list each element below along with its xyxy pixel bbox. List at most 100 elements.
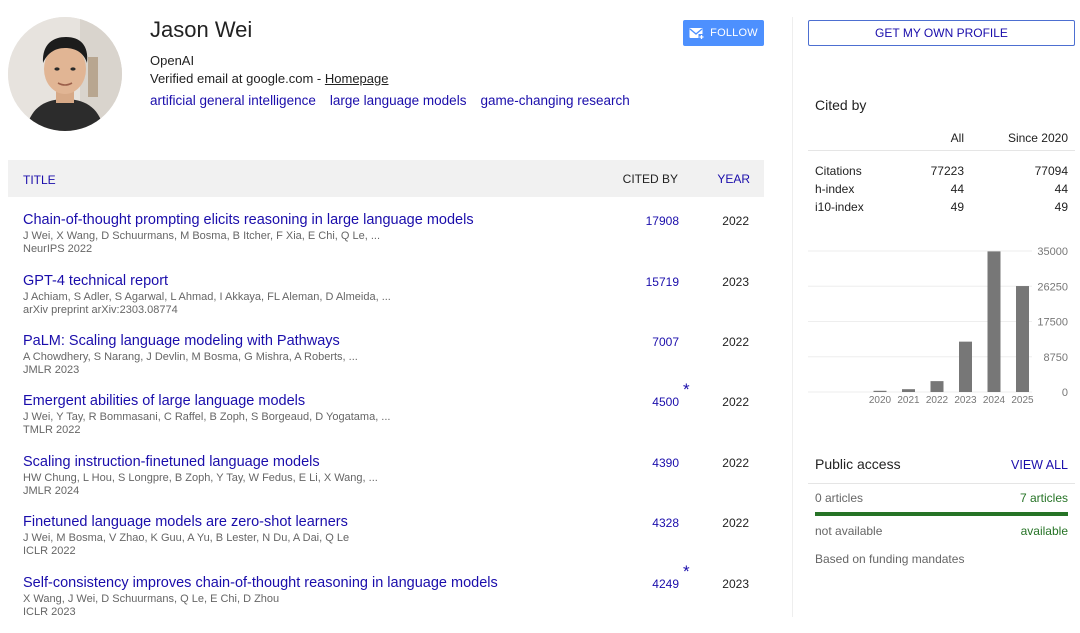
sort-by-title[interactable]: TITLE (23, 173, 56, 187)
paper-authors: X Wang, J Wei, D Schuurmans, Q Le, E Chi… (23, 593, 280, 605)
cited-by-count[interactable]: 4249 (652, 577, 679, 591)
paper-venue: ICLR 2023 (23, 606, 76, 618)
cited-by-header[interactable]: CITED BY (623, 172, 678, 186)
stats-col-since: Since 2020 (1007, 131, 1068, 145)
y-tick-label: 35000 (1037, 246, 1068, 258)
public-access-divider (808, 483, 1075, 484)
chart-bar-2022[interactable] (930, 381, 944, 392)
x-tick-label: 2020 (869, 395, 892, 406)
not-available-count: 0 articles (815, 491, 864, 505)
table-row: Scaling instruction-finetuned language m… (23, 454, 764, 512)
stats-since-value: 77094 (1034, 164, 1068, 178)
x-tick-label: 2021 (897, 395, 920, 406)
paper-year: 2023 (722, 275, 749, 289)
sort-by-year[interactable]: YEAR (717, 172, 750, 186)
cited-by-count[interactable]: 15719 (646, 275, 679, 289)
cited-by-count[interactable]: 4390 (652, 456, 679, 470)
available-count: 7 articles (1019, 491, 1068, 505)
cited-by-count[interactable]: 4328 (652, 516, 679, 530)
paper-title-link[interactable]: Scaling instruction-finetuned language m… (23, 454, 320, 470)
stats-col-all: All (950, 131, 964, 145)
not-available-label: not available (815, 524, 883, 538)
paper-venue: NeurIPS 2022 (23, 243, 93, 255)
paper-year: 2022 (722, 214, 749, 228)
stats-header-row: All Since 2020 (808, 124, 1075, 151)
chart-bar-2021[interactable] (902, 389, 915, 392)
paper-title-link[interactable]: Emergent abilities of large language mod… (23, 393, 305, 409)
stats-all-value: 49 (950, 200, 964, 214)
x-tick-label: 2025 (1011, 395, 1034, 406)
email-text: Verified email at google.com - (150, 71, 325, 86)
follow-button[interactable]: FOLLOW (683, 20, 764, 46)
cited-by-count[interactable]: 7007 (652, 335, 679, 349)
paper-title-link[interactable]: GPT-4 technical report (23, 273, 168, 289)
paper-year: 2022 (722, 456, 749, 470)
stats-label: Citations (815, 164, 862, 178)
paper-venue: JMLR 2024 (23, 485, 80, 497)
research-interests: artificial general intelligence large la… (150, 93, 630, 108)
stats-all-value: 77223 (930, 164, 964, 178)
table-row: GPT-4 technical report J Achiam, S Adler… (23, 273, 764, 331)
paper-authors: J Wei, M Bosma, V Zhao, K Guu, A Yu, B L… (23, 532, 350, 544)
interest-link[interactable]: game-changing research (480, 93, 629, 108)
y-tick-label: 17500 (1037, 317, 1068, 329)
paper-venue: TMLR 2022 (23, 424, 81, 436)
paper-venue: arXiv preprint arXiv:2303.08774 (23, 304, 178, 316)
paper-venue: JMLR 2023 (23, 364, 80, 376)
paper-year: 2022 (722, 516, 749, 530)
profile-photo (8, 17, 122, 131)
stats-label: h-index (815, 182, 855, 196)
public-access-counts: 0 articles 7 articles (815, 491, 1068, 505)
funding-mandates-note: Based on funding mandates (815, 552, 965, 566)
citations-per-year-chart: 35000 26250 17500 8750 0 2020 2021 2022 2023 2024… (808, 246, 1068, 406)
x-tick-label: 2024 (983, 395, 1006, 406)
chart-bar-2025[interactable] (1016, 286, 1029, 392)
get-own-profile-button[interactable]: GET MY OWN PROFILE (808, 20, 1075, 46)
view-all-public-access-link[interactable]: VIEW ALL (1011, 458, 1068, 472)
stats-all-value: 44 (950, 182, 964, 196)
merged-citations-star[interactable]: * (683, 380, 690, 400)
stats-since-value: 49 (1054, 200, 1068, 214)
y-tick-label: 8750 (1044, 352, 1068, 364)
paper-title-link[interactable]: Finetuned language models are zero-shot … (23, 514, 348, 530)
y-tick-label: 0 (1062, 387, 1068, 399)
chart-bar-2023[interactable] (959, 341, 972, 392)
table-row: Emergent abilities of large language mod… (23, 380, 764, 451)
homepage-link[interactable]: Homepage (325, 71, 389, 86)
table-row: PaLM: Scaling language modeling with Pat… (23, 333, 764, 391)
stats-since-value: 44 (1054, 182, 1068, 196)
paper-title-link[interactable]: Self-consistency improves chain-of-thoug… (23, 575, 498, 591)
avatar (8, 17, 122, 131)
stats-label: i10-index (815, 200, 864, 214)
mail-plus-icon (689, 27, 705, 40)
merged-citations-star[interactable]: * (683, 562, 690, 582)
cited-by-title: Cited by (815, 97, 867, 113)
cited-by-count[interactable]: 4500 (652, 395, 679, 409)
public-access-status: not available available (815, 524, 1068, 538)
paper-authors: A Chowdhery, S Narang, J Devlin, M Bosma… (23, 351, 358, 363)
paper-authors: J Achiam, S Adler, S Agarwal, L Ahmad, I… (23, 291, 391, 303)
paper-year: 2022 (722, 335, 749, 349)
interest-link[interactable]: large language models (330, 93, 467, 108)
cited-by-count[interactable]: 17908 (646, 214, 679, 228)
articles-table-header: TITLE CITED BY YEAR (8, 160, 764, 197)
profile-email: Verified email at google.com - Homepage (150, 71, 388, 86)
paper-venue: ICLR 2022 (23, 545, 76, 557)
paper-authors: J Wei, X Wang, D Schuurmans, M Bosma, B … (23, 230, 381, 242)
available-label: available (1020, 524, 1068, 538)
stats-row-citations: Citations 77223 77094 (808, 164, 1075, 182)
table-row: Finetuned language models are zero-shot … (23, 514, 764, 572)
profile-affiliation: OpenAI (150, 53, 195, 68)
stats-row-h-index: h-index 44 44 (808, 182, 1075, 200)
paper-authors: HW Chung, L Hou, S Longpre, B Zoph, Y Ta… (23, 472, 378, 484)
public-access-title: Public access (815, 456, 901, 472)
citation-stats-table: All Since 2020 Citations 77223 77094 h-i… (808, 124, 1075, 218)
profile-name: Jason Wei (150, 17, 253, 42)
chart-bar-2020[interactable] (873, 390, 887, 392)
chart-bar-2024[interactable] (987, 251, 1001, 392)
table-row: Self-consistency improves chain-of-thoug… (23, 562, 764, 633)
paper-title-link[interactable]: PaLM: Scaling language modeling with Pat… (23, 333, 340, 349)
paper-title-link[interactable]: Chain-of-thought prompting elicits reaso… (23, 212, 474, 228)
interest-link[interactable]: artificial general intelligence (150, 93, 316, 108)
follow-label: FOLLOW (710, 27, 758, 39)
